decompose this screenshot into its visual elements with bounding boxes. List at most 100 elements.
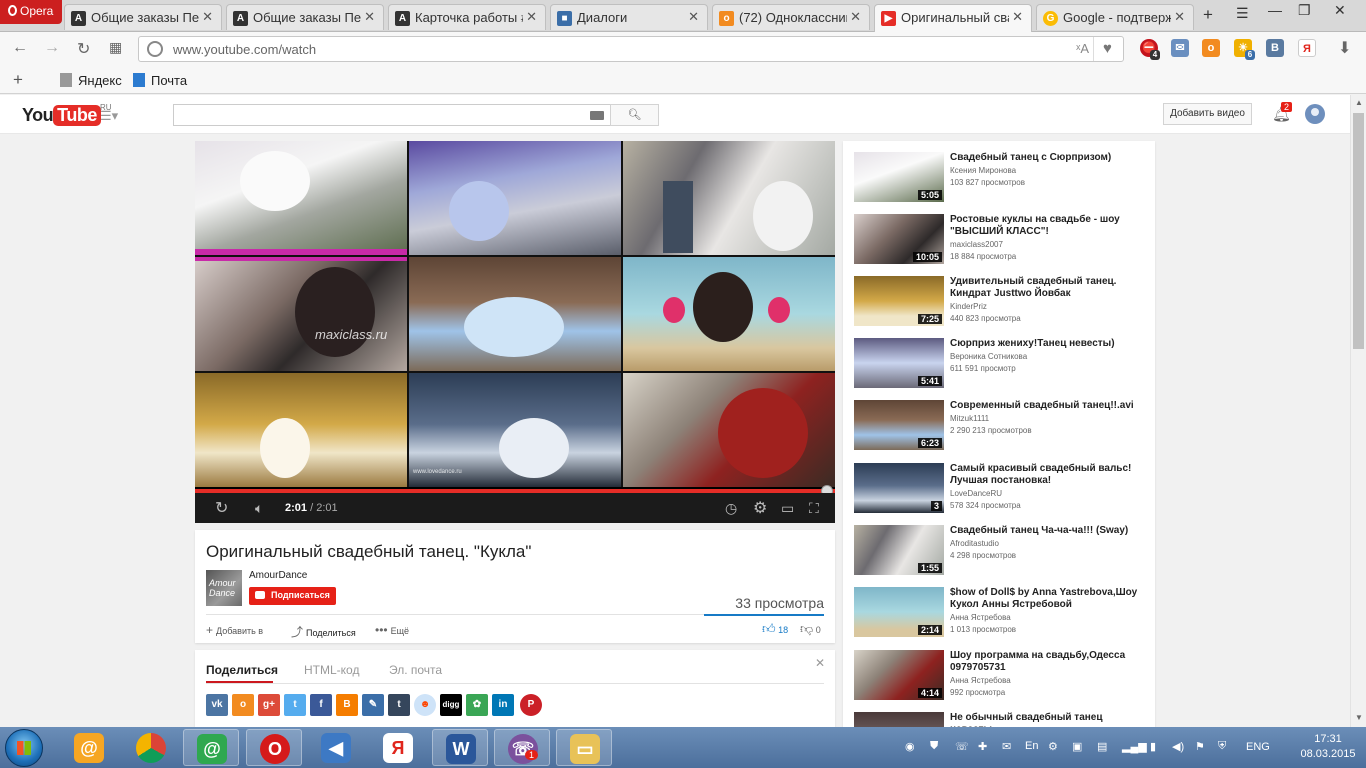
browser-tab[interactable]: o (72) Одноклассник ✕	[712, 4, 870, 30]
odnoklassniki-extension-icon[interactable]: o	[1202, 39, 1220, 57]
related-video-item[interactable]: 2:14 $how of Doll$ by Anna Yastrebova,Шо…	[854, 587, 1149, 643]
security-tray-icon[interactable]: ⛨	[1218, 740, 1226, 753]
facebook-icon[interactable]: f	[310, 694, 332, 716]
related-video-title[interactable]: Самый красивый свадебный вальс! Лучшая п…	[950, 463, 1145, 487]
dislike-button[interactable]: 👎︎ 0	[800, 621, 821, 637]
taskbar-app[interactable]: @	[183, 729, 239, 766]
related-video-title[interactable]: Ростовые куклы на свадьбе - шоу "ВЫСШИЙ …	[950, 214, 1145, 238]
related-video-item[interactable]: Не обычный свадебный танец невесты	[854, 712, 1149, 727]
related-video-item[interactable]: 3 Самый красивый свадебный вальс! Лучшая…	[854, 463, 1149, 519]
reddit-icon[interactable]: ☻	[414, 694, 436, 716]
tab-email[interactable]: Эл. почта	[389, 663, 442, 677]
monitor-icon[interactable]: ▣	[1072, 740, 1082, 753]
translate-icon[interactable]: ˣA	[1076, 41, 1089, 56]
bookmark-mail[interactable]: Почта	[133, 73, 187, 88]
download-icon[interactable]: ⬇	[1338, 38, 1351, 58]
new-tab-icon[interactable]: +	[1203, 5, 1213, 25]
avatar[interactable]	[1305, 104, 1325, 124]
share-button[interactable]: ⤴ Поделиться	[291, 623, 356, 640]
close-icon[interactable]: ✕	[815, 656, 825, 670]
video-thumbnail[interactable]: 5:05	[854, 152, 944, 202]
signal-icon[interactable]: ▂▄▆	[1122, 740, 1147, 753]
video-thumbnail[interactable]: 6:23	[854, 400, 944, 450]
taskbar-app[interactable]: ▭	[556, 729, 612, 766]
related-video-title[interactable]: Свадебный танец с Сюрпризом)	[950, 152, 1145, 164]
video-thumbnail[interactable]: 2:14	[854, 587, 944, 637]
taskbar-app[interactable]: Я	[370, 729, 426, 766]
upload-button[interactable]: Добавить видео	[1163, 103, 1252, 125]
browser-tab[interactable]: ■ Диалоги ✕	[550, 4, 708, 30]
browser-tab-active[interactable]: ▶ Оригинальный сва ✕	[874, 4, 1032, 32]
taskbar-app[interactable]: ◀	[308, 729, 364, 766]
channel-avatar[interactable]: Amour Dance	[206, 570, 242, 606]
settings-tray-icon[interactable]: ⚙	[1048, 740, 1058, 753]
tab-close-icon[interactable]: ✕	[1012, 9, 1023, 25]
heart-bookmark-icon[interactable]: ♥	[1093, 37, 1121, 61]
related-video-item[interactable]: 4:14 Шоу программа на свадьбу,Одесса 097…	[854, 650, 1149, 706]
reload-icon[interactable]: ↻	[77, 39, 90, 59]
pinterest-icon[interactable]: P	[520, 694, 542, 716]
tab-close-icon[interactable]: ✕	[688, 9, 699, 25]
channel-name[interactable]: AmourDance	[249, 570, 307, 581]
mixi-icon[interactable]: ✿	[466, 694, 488, 716]
video-frame[interactable]: maxiclass.ru www.lovedance.ru	[195, 141, 835, 487]
video-thumbnail[interactable]: 7:25	[854, 276, 944, 326]
close-window-icon[interactable]: ✕	[1334, 2, 1346, 19]
related-video-title[interactable]: Удивительный свадебный танец. Киндрат Ju…	[950, 276, 1145, 300]
related-video-item[interactable]: 6:23 Современный свадебный танец!!.avi M…	[854, 400, 1149, 456]
tab-embed[interactable]: HTML-код	[304, 663, 359, 677]
fullscreen-icon[interactable]: ⛶	[809, 500, 819, 517]
replay-icon[interactable]: ↻	[215, 498, 228, 518]
like-button[interactable]: 👍︎ 18	[762, 621, 788, 637]
scroll-down-icon[interactable]: ▼	[1355, 713, 1363, 722]
shield-icon[interactable]: ⛊	[930, 740, 938, 753]
tab-share[interactable]: Поделиться	[206, 663, 278, 677]
speed-dial-icon[interactable]: ▦	[109, 39, 122, 56]
social-extension-icon[interactable]: B	[1266, 39, 1284, 57]
scrollbar-thumb[interactable]	[1353, 113, 1364, 349]
battery-icon[interactable]: ▮	[1150, 740, 1156, 753]
vk-icon[interactable]: vk	[206, 694, 228, 716]
volume-tray-icon[interactable]: ◀)	[1172, 740, 1184, 753]
video-thumbnail[interactable]: 1:55	[854, 525, 944, 575]
related-video-item[interactable]: 5:05 Свадебный танец с Сюрпризом) Ксения…	[854, 152, 1149, 208]
system-clock[interactable]: 17:31 08.03.2015	[1296, 732, 1360, 762]
related-video-item[interactable]: 1:55 Свадебный танец Ча-ча-ча!!! (Sway) …	[854, 525, 1149, 581]
related-video-title[interactable]: Шоу программа на свадьбу,Одесса 09797057…	[950, 650, 1145, 674]
add-bookmark-icon[interactable]: +	[13, 70, 23, 90]
add-to-button[interactable]: + Добавить в	[206, 623, 263, 637]
video-thumbnail[interactable]: 5:41	[854, 338, 944, 388]
subscribe-button[interactable]: Подписаться	[249, 587, 336, 605]
browser-tab[interactable]: G Google - подтверж ✕	[1036, 4, 1194, 30]
browser-tab[interactable]: A Общие заказы Пер ✕	[64, 4, 222, 30]
video-thumbnail[interactable]: 3	[854, 463, 944, 513]
settings-gear-icon[interactable]: ⚙	[753, 498, 767, 518]
back-icon[interactable]: ←	[12, 39, 28, 57]
taskbar-app[interactable]: @	[61, 729, 117, 766]
taskbar-app[interactable]: O	[246, 729, 302, 766]
tab-close-icon[interactable]: ✕	[850, 9, 861, 25]
taskbar-app[interactable]: ☏ 1	[494, 729, 550, 766]
twitter-icon[interactable]: t	[284, 694, 306, 716]
odnoklassniki-icon[interactable]: o	[232, 694, 254, 716]
digg-icon[interactable]: digg	[440, 694, 462, 716]
more-button[interactable]: ••• Ещё	[375, 623, 409, 637]
tab-close-icon[interactable]: ✕	[526, 9, 537, 25]
tumblr-icon[interactable]: t	[388, 694, 410, 716]
keyboard-icon[interactable]	[590, 111, 604, 120]
browser-tab[interactable]: A Карточка работы # ✕	[388, 4, 546, 30]
tab-menu-icon[interactable]: ☰	[1236, 5, 1249, 22]
related-video-title[interactable]: $how of Doll$ by Anna Yastrebova,Шоу Кук…	[950, 587, 1145, 611]
related-video-title[interactable]: Свадебный танец Ча-ча-ча!!! (Sway)	[950, 525, 1145, 537]
video-thumbnail[interactable]: 4:14	[854, 650, 944, 700]
antivirus-icon[interactable]: ✚	[978, 740, 987, 753]
mail-extension-icon[interactable]: ✉	[1171, 39, 1189, 57]
address-bar[interactable]: www.youtube.com/watch ˣA ♥	[138, 36, 1124, 62]
tab-close-icon[interactable]: ✕	[364, 9, 375, 25]
site-info-icon[interactable]	[147, 41, 163, 57]
flag-icon[interactable]: ⚑	[1195, 740, 1205, 753]
yandex-extension-icon[interactable]: Я	[1298, 39, 1316, 57]
video-player[interactable]: maxiclass.ru www.lovedance.ru ↻ 🔈︎ 2:01 …	[195, 141, 835, 523]
watch-later-icon[interactable]: ◷	[725, 500, 737, 517]
tab-close-icon[interactable]: ✕	[202, 9, 213, 25]
